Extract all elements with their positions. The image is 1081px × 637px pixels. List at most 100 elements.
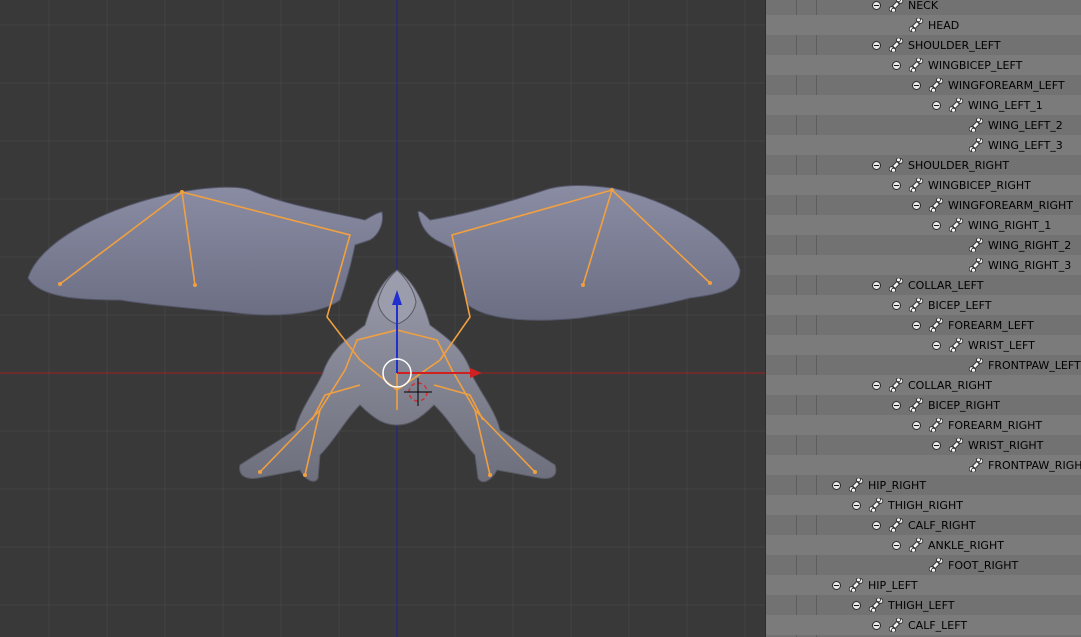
- bone-name-label: THIGH_RIGHT: [888, 498, 963, 512]
- outliner-panel[interactable]: NECK HEAD SHOULDER_LEFT WINGBICEP_LEFT WINGF…: [765, 0, 1081, 637]
- collapse-toggle-icon[interactable]: [892, 300, 901, 310]
- outliner-item-bone[interactable]: CALF_LEFT: [872, 615, 967, 635]
- bone-name-label: FOOT_RIGHT: [948, 558, 1019, 572]
- bone-name-label: FOREARM_RIGHT: [948, 418, 1043, 432]
- bone-name-label: COLLAR_RIGHT: [908, 378, 992, 392]
- bone-name-label: CALF_RIGHT: [908, 518, 976, 532]
- outliner-item-bone[interactable]: WING_LEFT_2: [952, 115, 1063, 135]
- outliner-item-bone[interactable]: WING_RIGHT_3: [952, 255, 1071, 275]
- bone-name-label: WING_LEFT_2: [988, 118, 1063, 132]
- collapse-toggle-icon[interactable]: [892, 60, 901, 70]
- outliner-item-bone[interactable]: BICEP_RIGHT: [892, 395, 1000, 415]
- collapse-toggle-icon[interactable]: [932, 340, 941, 350]
- outliner-item-bone[interactable]: SHOULDER_LEFT: [872, 35, 1001, 55]
- outliner-item-bone[interactable]: WING_LEFT_1: [932, 95, 1043, 115]
- collapse-toggle-icon[interactable]: [932, 220, 941, 230]
- outliner-item-bone[interactable]: COLLAR_RIGHT: [872, 375, 992, 395]
- collapse-toggle-icon[interactable]: [912, 320, 921, 330]
- bone-name-label: THIGH_LEFT: [888, 598, 955, 612]
- collapse-toggle-icon[interactable]: [872, 280, 881, 290]
- bone-icon: [908, 298, 924, 312]
- bone-name-label: WINGFOREARM_LEFT: [948, 78, 1065, 92]
- outliner-item-bone[interactable]: WING_LEFT_3: [952, 135, 1063, 155]
- collapse-toggle-icon[interactable]: [912, 80, 921, 90]
- bone-icon: [948, 98, 964, 112]
- collapse-toggle-icon[interactable]: [872, 520, 881, 530]
- outliner-item-bone[interactable]: FRONTPAW_LEFT: [952, 355, 1081, 375]
- collapse-toggle-icon[interactable]: [892, 180, 901, 190]
- outliner-item-bone[interactable]: FOREARM_RIGHT: [912, 415, 1042, 435]
- collapse-toggle-icon[interactable]: [832, 580, 841, 590]
- collapse-toggle-icon[interactable]: [912, 420, 921, 430]
- bone-icon: [968, 138, 984, 152]
- collapse-toggle-icon[interactable]: [872, 40, 881, 50]
- bone-icon: [928, 78, 944, 92]
- outliner-item-bone[interactable]: FRONTPAW_RIGHT: [952, 455, 1081, 475]
- collapse-toggle-icon[interactable]: [852, 500, 861, 510]
- outliner-item-bone[interactable]: WINGBICEP_RIGHT: [892, 175, 1031, 195]
- outliner-item-bone[interactable]: COLLAR_LEFT: [872, 275, 983, 295]
- collapse-toggle-icon[interactable]: [872, 620, 881, 630]
- bone-name-label: SHOULDER_RIGHT: [908, 158, 1010, 172]
- bone-icon: [908, 398, 924, 412]
- outliner-item-bone[interactable]: WING_RIGHT_2: [952, 235, 1071, 255]
- outliner-item-bone[interactable]: CALF_RIGHT: [872, 515, 976, 535]
- bone-icon: [948, 438, 964, 452]
- bone-icon: [928, 418, 944, 432]
- bone-name-label: ANKLE_RIGHT: [928, 538, 1004, 552]
- outliner-item-bone[interactable]: WRIST_RIGHT: [932, 435, 1043, 455]
- bone-name-label: COLLAR_LEFT: [908, 278, 984, 292]
- bone-name-label: WINGFOREARM_RIGHT: [948, 198, 1074, 212]
- bone-name-label: WINGBICEP_RIGHT: [928, 178, 1031, 192]
- collapse-toggle-icon[interactable]: [872, 380, 881, 390]
- left-wing-membrane: [27, 186, 383, 316]
- bone-name-label: WINGBICEP_LEFT: [928, 58, 1023, 72]
- collapse-toggle-icon[interactable]: [892, 400, 901, 410]
- outliner-item-bone[interactable]: WINGBICEP_LEFT: [892, 55, 1022, 75]
- outliner-item-bone[interactable]: NECK: [872, 0, 938, 15]
- bone-name-label: WING_RIGHT_2: [988, 238, 1072, 252]
- collapse-toggle-icon[interactable]: [872, 160, 881, 170]
- bone-name-label: FOREARM_LEFT: [948, 318, 1034, 332]
- bone-name-label: SHOULDER_LEFT: [908, 38, 1001, 52]
- bone-icon: [928, 318, 944, 332]
- bone-icon: [848, 478, 864, 492]
- viewport-canvas[interactable]: [0, 0, 765, 637]
- collapse-toggle-icon[interactable]: [912, 200, 921, 210]
- bone-icon: [908, 58, 924, 72]
- bone-name-label: WING_RIGHT_3: [988, 258, 1072, 272]
- bone-icon: [968, 458, 984, 472]
- outliner-item-bone[interactable]: THIGH_LEFT: [852, 595, 954, 615]
- bone-icon: [928, 558, 944, 572]
- bone-icon: [928, 198, 944, 212]
- bone-icon: [908, 538, 924, 552]
- collapse-toggle-icon[interactable]: [872, 0, 881, 10]
- bone-name-label: WRIST_LEFT: [968, 338, 1035, 352]
- outliner-item-bone[interactable]: FOOT_RIGHT: [912, 555, 1018, 575]
- outliner-item-bone[interactable]: FOREARM_LEFT: [912, 315, 1034, 335]
- outliner-item-bone[interactable]: HEAD: [892, 15, 959, 35]
- bone-name-label: HEAD: [928, 18, 960, 32]
- collapse-toggle-icon[interactable]: [892, 540, 901, 550]
- collapse-toggle-icon[interactable]: [832, 480, 841, 490]
- outliner-item-bone[interactable]: WRIST_LEFT: [932, 335, 1035, 355]
- outliner-item-bone[interactable]: SHOULDER_RIGHT: [872, 155, 1009, 175]
- outliner-item-bone[interactable]: THIGH_RIGHT: [852, 495, 963, 515]
- outliner-item-bone[interactable]: HIP_RIGHT: [832, 475, 926, 495]
- bone-name-label: CALF_LEFT: [908, 618, 968, 632]
- collapse-toggle-icon[interactable]: [852, 600, 861, 610]
- outliner-item-bone[interactable]: HIP_LEFT: [832, 575, 918, 595]
- outliner-item-bone[interactable]: BICEP_LEFT: [892, 295, 992, 315]
- bone-icon: [888, 378, 904, 392]
- bone-name-label: WING_RIGHT_1: [968, 218, 1052, 232]
- outliner-item-bone[interactable]: ANKLE_RIGHT: [892, 535, 1004, 555]
- bone-icon: [868, 598, 884, 612]
- outliner-item-bone[interactable]: WING_RIGHT_1: [932, 215, 1051, 235]
- collapse-toggle-icon[interactable]: [932, 100, 941, 110]
- bone-icon: [908, 18, 924, 32]
- outliner-item-bone[interactable]: WINGFOREARM_RIGHT: [912, 195, 1073, 215]
- collapse-toggle-icon[interactable]: [932, 440, 941, 450]
- 3d-viewport[interactable]: [0, 0, 765, 637]
- outliner-item-bone[interactable]: WINGFOREARM_LEFT: [912, 75, 1065, 95]
- bone-icon: [848, 578, 864, 592]
